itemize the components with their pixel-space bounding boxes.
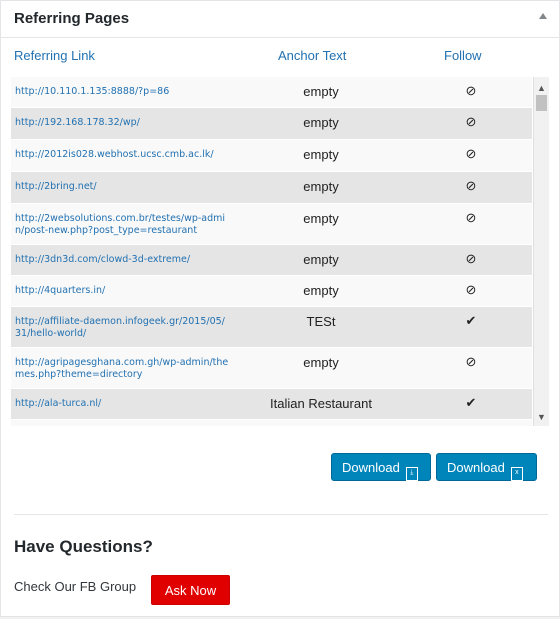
- referring-link[interactable]: http://agripagesghana.com.gh/wp-admin/th…: [15, 357, 230, 381]
- questions-text: Check Our FB Group: [14, 579, 137, 594]
- table-header: Referring Link Anchor Text Follow: [1, 38, 559, 76]
- anchor-text: empty: [303, 283, 339, 298]
- table-row: http://192.168.178.32/wp/empty ⊘: [11, 108, 532, 140]
- column-header-anchor-text[interactable]: Anchor Text: [278, 48, 346, 63]
- anchor-text: Italian Restaurant: [270, 396, 372, 411]
- panel-header: Referring Pages: [1, 1, 559, 38]
- table-scrollbar[interactable]: ▲ ▼: [533, 77, 549, 426]
- checkmark-icon: ✔: [465, 395, 477, 410]
- referring-link[interactable]: http://ala-turca.nl/: [15, 398, 230, 410]
- checkmark-icon: ✔: [465, 313, 477, 328]
- referring-link[interactable]: http://192.168.178.32/wp/: [15, 117, 230, 129]
- column-header-follow[interactable]: Follow: [444, 48, 482, 63]
- panel-title: Referring Pages: [14, 10, 130, 27]
- anchor-text: empty: [303, 84, 339, 99]
- table-body: http://10.110.1.135:8888/?p=86 empty ⊘ http…: [11, 77, 532, 426]
- table-row: http://2bring.net/empty ⊘: [11, 172, 532, 204]
- download-excel-button[interactable]: Download x: [436, 453, 537, 481]
- referring-links-table[interactable]: http://10.110.1.135:8888/?p=86 empty ⊘ http…: [11, 77, 549, 426]
- anchor-text: empty: [303, 179, 339, 194]
- nofollow-icon: ⊘: [465, 178, 477, 193]
- nofollow-icon: ⊘: [465, 210, 477, 225]
- referring-pages-panel: Referring Pages Referring Link Anchor Te…: [0, 0, 560, 617]
- anchor-text: empty: [303, 115, 339, 130]
- table-row: http://2websolutions.com.br/testes/wp-ad…: [11, 204, 532, 245]
- scroll-up-arrow-icon[interactable]: ▲: [537, 83, 546, 93]
- referring-link[interactable]: http://4quarters.in/: [15, 285, 230, 297]
- collapse-arrow-icon[interactable]: [539, 13, 547, 19]
- questions-heading: Have Questions?: [14, 537, 153, 556]
- table-row: http://3dn3d.com/clowd-3d-extreme/empty ⊘: [11, 245, 532, 276]
- excel-file-icon: x: [510, 467, 523, 481]
- download-pdf-label: Download: [342, 460, 400, 475]
- table-row: http://10.110.1.135:8888/?p=86 empty ⊘: [11, 77, 532, 108]
- nofollow-icon: ⊘: [465, 251, 477, 266]
- referring-link[interactable]: http://3dn3d.com/clowd-3d-extreme/: [15, 254, 230, 266]
- nofollow-icon: ⊘: [465, 146, 477, 161]
- anchor-text: TESt: [306, 314, 336, 329]
- table-row: http://ala-turca.nl/Italian Restaurant ✔: [11, 389, 532, 420]
- referring-link[interactable]: http://2websolutions.com.br/testes/wp-ad…: [15, 213, 230, 237]
- table-row: http://2012is028.webhost.ucsc.cmb.ac.lk/…: [11, 140, 532, 172]
- table-row: http://alamincharcoalflame.ca/Italian Re…: [11, 420, 532, 426]
- anchor-text: empty: [303, 252, 339, 267]
- nofollow-icon: ⊘: [465, 282, 477, 297]
- download-excel-label: Download: [447, 460, 505, 475]
- scroll-down-arrow-icon[interactable]: ▼: [537, 412, 546, 422]
- anchor-text: empty: [303, 355, 339, 370]
- nofollow-icon: ⊘: [465, 354, 477, 369]
- anchor-text: empty: [303, 147, 339, 162]
- anchor-text: empty: [303, 211, 339, 226]
- section-divider: [14, 514, 548, 515]
- pdf-file-icon: ⤓: [405, 467, 418, 481]
- referring-link[interactable]: http://10.110.1.135:8888/?p=86: [15, 86, 230, 98]
- nofollow-icon: ⊘: [465, 83, 477, 98]
- table-row: http://affiliate-daemon.infogeek.gr/2015…: [11, 307, 532, 348]
- ask-now-button[interactable]: Ask Now: [151, 575, 230, 605]
- nofollow-icon: ⊘: [465, 114, 477, 129]
- referring-link[interactable]: http://2bring.net/: [15, 181, 230, 193]
- scroll-thumb[interactable]: [536, 95, 547, 111]
- referring-link[interactable]: http://affiliate-daemon.infogeek.gr/2015…: [15, 316, 230, 340]
- download-pdf-button[interactable]: Download ⤓: [331, 453, 431, 481]
- table-row: http://4quarters.in/empty ⊘: [11, 276, 532, 307]
- referring-link[interactable]: http://2012is028.webhost.ucsc.cmb.ac.lk/: [15, 149, 230, 161]
- column-header-referring-link[interactable]: Referring Link: [14, 48, 95, 63]
- table-row: http://agripagesghana.com.gh/wp-admin/th…: [11, 348, 532, 389]
